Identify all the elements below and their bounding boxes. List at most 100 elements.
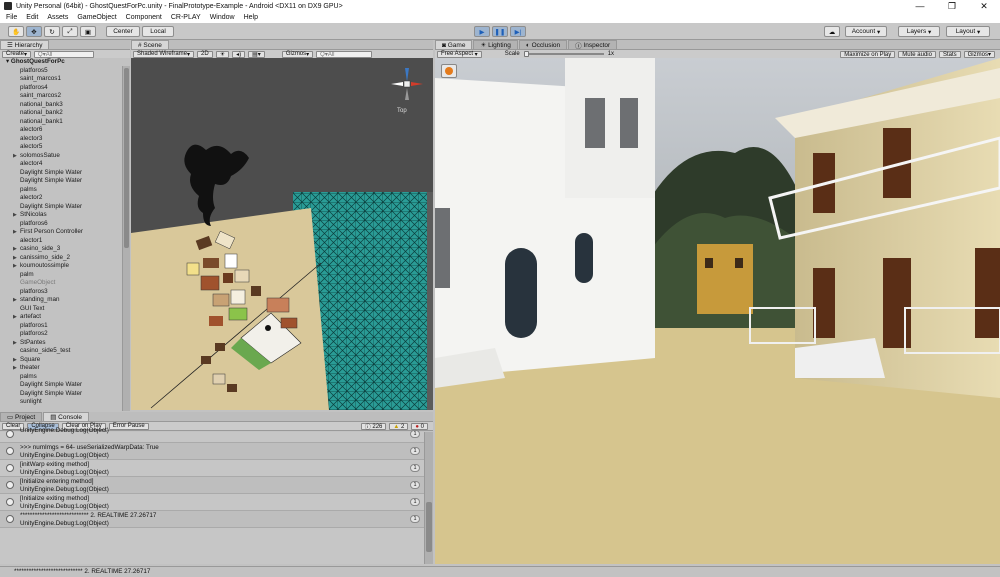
maximize-button[interactable]: ❐ [936,0,968,12]
console-log-row[interactable]: [Initialize entering method] UnityEngine.… [0,477,424,494]
tab-hierarchy[interactable]: ☰ Hierarchy [0,40,50,49]
console-log-row[interactable]: [Initialize exiting method] UnityEngine.D… [0,494,424,511]
expand-arrow-icon[interactable]: ▶ [13,364,17,373]
scene-orientation-gizmo[interactable] [389,66,425,106]
hierarchy-item[interactable]: ▶ Square [0,356,130,365]
hierarchy-item[interactable]: GameObject [0,279,130,288]
pivot-local-button[interactable]: Local [142,26,174,37]
expand-arrow-icon[interactable]: ▶ [13,296,17,305]
hierarchy-item[interactable]: alector3 [0,135,130,144]
hierarchy-item[interactable]: alector6 [0,126,130,135]
menu-gameobject[interactable]: GameObject [77,14,116,21]
hierarchy-item[interactable]: Daylight Simple Water [0,390,130,399]
scene-search-input[interactable]: Q▾All [316,50,373,58]
game-gizmos-dropdown[interactable]: Gizmos ▾ [963,51,995,58]
hierarchy-item[interactable]: ▶ standing_man [0,296,130,305]
lighting-toggle[interactable]: ☀ [215,50,230,58]
hierarchy-item[interactable]: platforos1 [0,322,130,331]
shading-mode-dropdown[interactable]: Shaded Wireframe ▾ [133,50,195,58]
expand-arrow-icon[interactable]: ▶ [13,254,17,263]
cloud-button[interactable]: ☁ [824,26,840,37]
rotate-tool-button[interactable]: ↻ [44,26,60,37]
menu-assets[interactable]: Assets [47,14,68,21]
hierarchy-item[interactable]: alector2 [0,194,130,203]
hierarchy-item[interactable]: ▶ StPantes [0,339,130,348]
create-button[interactable]: Create ▾ [2,50,32,58]
hierarchy-item[interactable]: alector4 [0,160,130,169]
effects-dropdown[interactable]: ▤ ▾ [248,50,265,58]
hierarchy-item[interactable]: palms [0,186,130,195]
hierarchy-item[interactable]: saint_marcos1 [0,75,130,84]
hierarchy-item[interactable]: alector5 [0,143,130,152]
layout-dropdown[interactable]: Layout ▾ [946,26,990,37]
tab-lighting[interactable]: ☀ Lighting [473,40,518,49]
menu-window[interactable]: Window [210,14,235,21]
console-log-row[interactable]: >>> numImgs = 64- useSerializedWarpData:… [0,443,424,460]
scale-slider-handle[interactable] [523,51,529,57]
hierarchy-scroll-thumb[interactable] [124,68,129,248]
scene-viewport[interactable]: Top [131,58,433,410]
hierarchy-item[interactable]: ▶ theater [0,364,130,373]
expand-arrow-icon[interactable]: ▶ [13,211,17,220]
expand-arrow-icon[interactable]: ▶ [13,339,17,348]
move-tool-button[interactable]: ✥ [26,26,42,37]
menu-file[interactable]: File [6,14,17,21]
hierarchy-item[interactable]: ▶ canissimo_side_2 [0,254,130,263]
console-log-row[interactable]: **************************** 2. REALTIME… [0,511,424,528]
menu-component[interactable]: Component [126,14,162,21]
hierarchy-item[interactable]: ▶ StNicolas [0,211,130,220]
expand-arrow-icon[interactable]: ▶ [13,228,17,237]
audio-toggle[interactable]: ◂) [232,50,246,58]
menu-help[interactable]: Help [244,14,258,21]
tab-inspector[interactable]: ⓘ Inspector [568,40,618,50]
console-scrollbar[interactable] [424,432,433,564]
expand-arrow-icon[interactable]: ▶ [13,313,17,322]
console-scroll-thumb[interactable] [426,502,432,552]
hierarchy-item[interactable]: platforos3 [0,288,130,297]
scene-gizmos-dropdown[interactable]: Gizmos ▾ [281,50,314,58]
console-log-row[interactable]: [initWarp exiting method] UnityEngine.Deb… [0,460,424,477]
hierarchy-item[interactable]: ▶ First Person Controller [0,228,130,237]
scale-tool-button[interactable]: ⤢ [62,26,78,37]
hierarchy-item[interactable]: Daylight Simple Water [0,169,130,178]
mode-2d-button[interactable]: 2D [197,50,213,58]
scale-slider[interactable] [523,51,604,57]
close-button[interactable]: ✕ [968,0,1000,12]
hierarchy-item[interactable]: ▶ koumoutossimple [0,262,130,271]
account-dropdown[interactable]: Account ▾ [845,26,887,37]
hierarchy-item[interactable]: ▶ solomosSatue [0,152,130,161]
hierarchy-item[interactable]: platforos6 [0,220,130,229]
hierarchy-root-item[interactable]: ▾ GhostQuestForPc [0,58,130,67]
hierarchy-search-input[interactable]: Q▾All [34,50,95,58]
hierarchy-item[interactable]: national_bank2 [0,109,130,118]
hierarchy-item[interactable]: Daylight Simple Water [0,177,130,186]
hierarchy-item[interactable]: ▶ artefact [0,313,130,322]
step-button[interactable]: ▶| [510,26,526,37]
expand-arrow-icon[interactable]: ▶ [13,356,17,365]
expand-arrow-icon[interactable]: ▶ [13,262,17,271]
capture-button[interactable] [441,64,457,78]
hand-tool-button[interactable]: ✋ [8,26,24,37]
tab-occlusion[interactable]: ◐ Occlusion [518,40,568,49]
expand-arrow-icon[interactable]: ▶ [13,152,17,161]
console-log-row[interactable]: UnityEngine.Debug:Log(Object) 1 [0,426,424,443]
hierarchy-scrollbar[interactable] [122,66,130,411]
hierarchy-item[interactable]: Daylight Simple Water [0,203,130,212]
hierarchy-item[interactable]: platforos5 [0,67,130,76]
hierarchy-item[interactable]: palms [0,373,130,382]
tab-game[interactable]: ◙ Game [435,40,473,49]
hierarchy-item[interactable]: platforos4 [0,84,130,93]
tab-console[interactable]: ▤ Console [43,412,89,421]
expand-arrow-icon[interactable]: ▶ [13,245,17,254]
menu-crplay[interactable]: CR-PLAY [171,14,201,21]
minimize-button[interactable]: — [904,0,936,12]
stats-toggle[interactable]: Stats [938,51,961,58]
hierarchy-item[interactable]: national_bank3 [0,101,130,110]
hierarchy-item[interactable]: casino_side5_test [0,347,130,356]
hierarchy-item[interactable]: Daylight Simple Water [0,381,130,390]
play-button[interactable]: ▶ [474,26,490,37]
hierarchy-item[interactable]: saint_marcos2 [0,92,130,101]
layers-dropdown[interactable]: Layers ▾ [898,26,940,37]
hierarchy-item[interactable]: GUI Text [0,305,130,314]
menu-edit[interactable]: Edit [26,14,38,21]
